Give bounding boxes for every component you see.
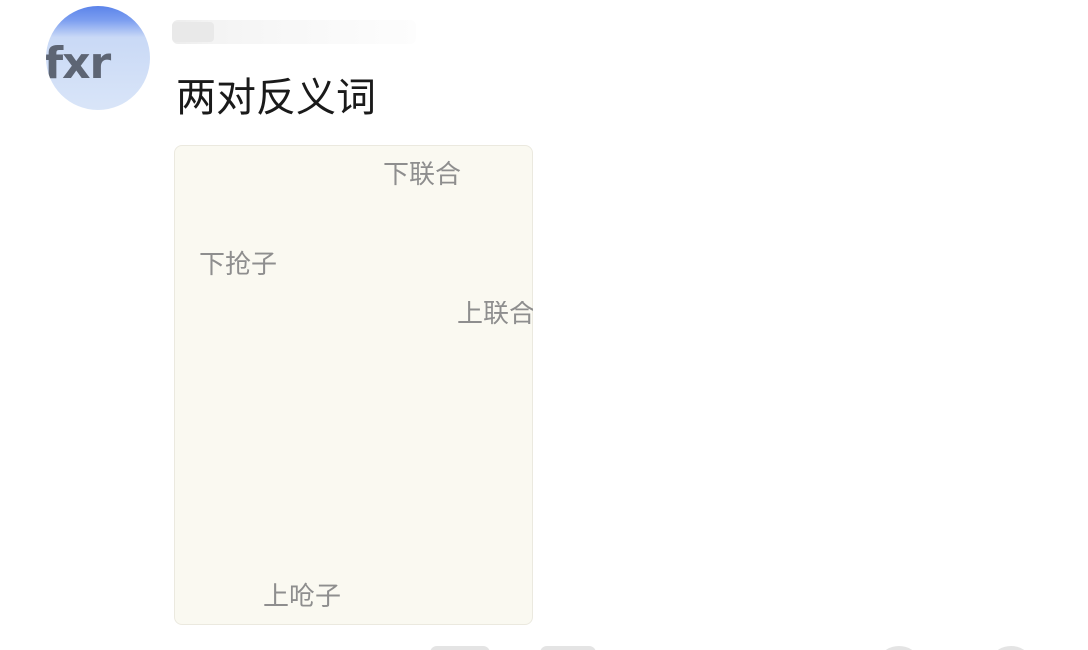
avatar[interactable]: fxr xyxy=(46,6,150,110)
card-label-left: 下抢子 xyxy=(199,250,278,280)
image-card[interactable]: 下联合 下抢子 上联合 上呛子 xyxy=(174,145,533,625)
comment-icon[interactable] xyxy=(882,646,916,650)
cropped-meta-text xyxy=(540,646,596,650)
action-row xyxy=(0,640,1088,650)
username-blurred[interactable] xyxy=(172,20,416,44)
post-text: 两对反义词 xyxy=(176,75,376,121)
card-label-top: 下联合 xyxy=(383,160,462,190)
cropped-meta-text xyxy=(430,646,490,650)
avatar-text: fxr xyxy=(46,38,111,89)
card-label-right: 上联合 xyxy=(457,301,533,327)
post-item: fxr 两对反义词 下联合 下抢子 上联合 上呛子 xyxy=(0,0,1088,650)
like-icon[interactable] xyxy=(994,646,1028,650)
card-label-bottom: 上呛子 xyxy=(263,582,342,612)
